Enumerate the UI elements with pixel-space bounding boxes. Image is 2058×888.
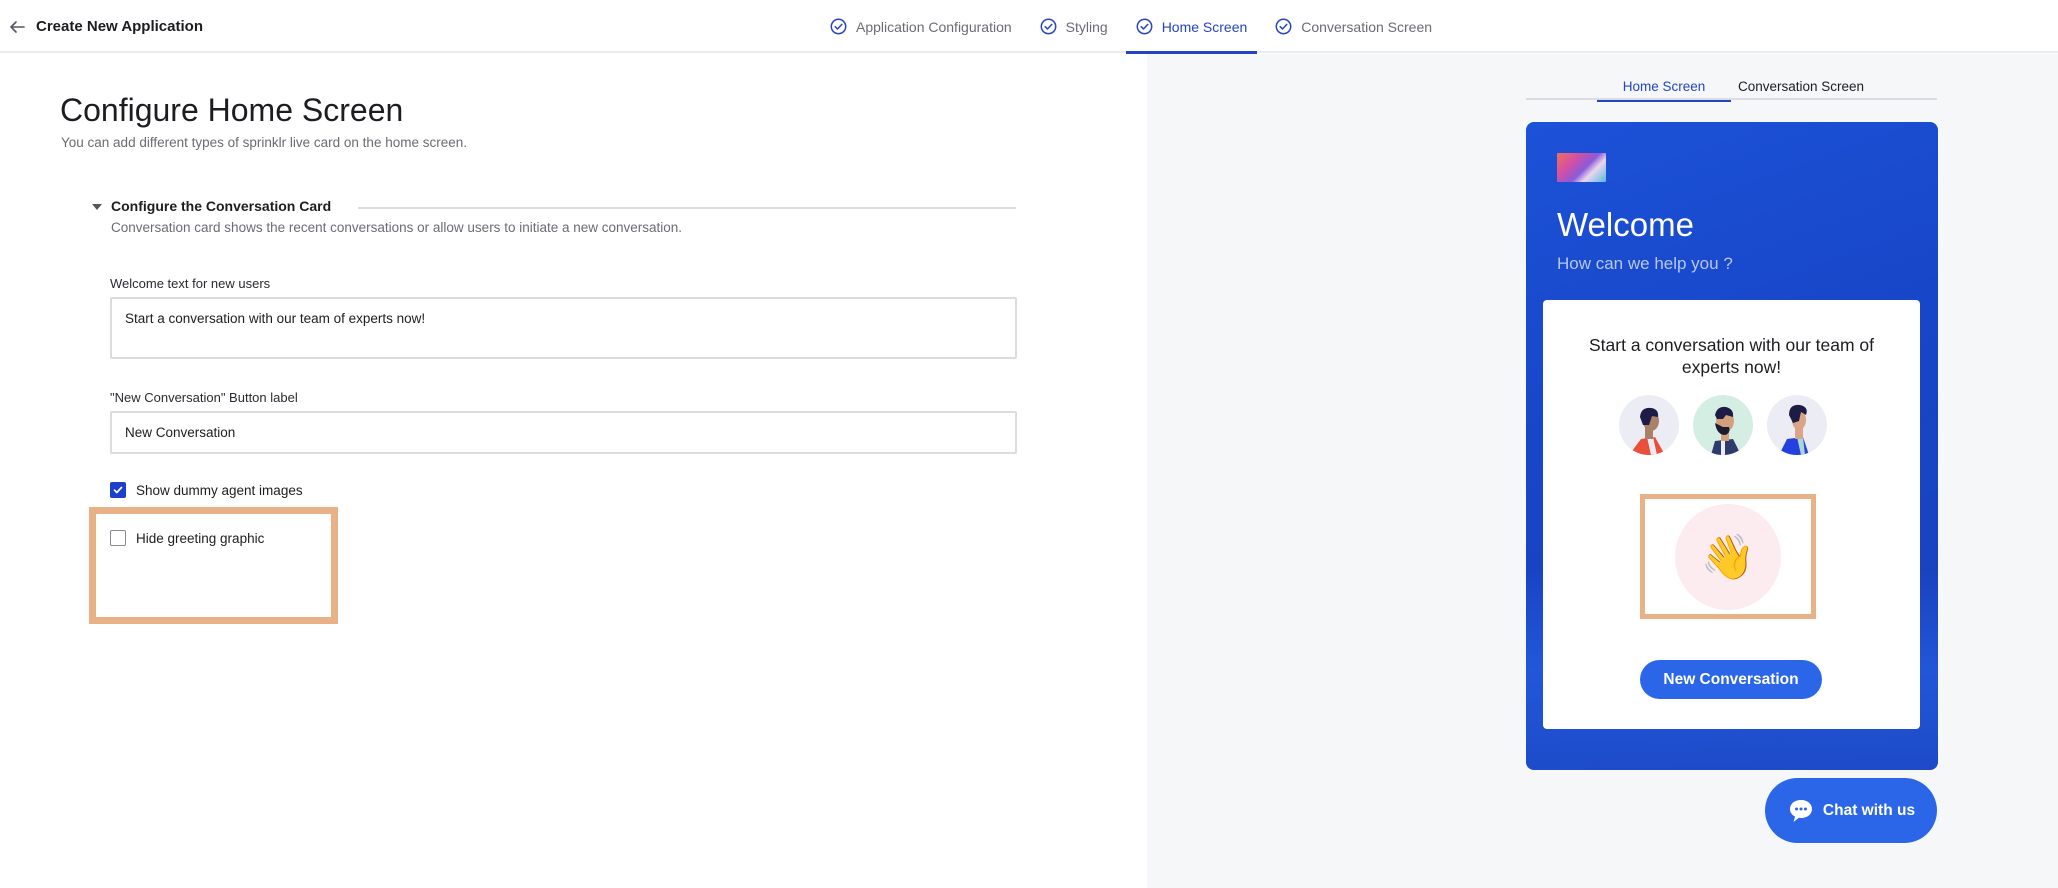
preview-tab-home-screen[interactable]: Home Screen	[1597, 72, 1731, 102]
preview-tabs: Home Screen Conversation Screen	[1526, 72, 1937, 102]
agent-person-icon	[1779, 404, 1809, 455]
conversation-card-text: Start a conversation with our team of ex…	[1589, 335, 1874, 377]
step-label: Conversation Screen	[1301, 18, 1433, 35]
greeting-graphic-highlight: 👋	[1640, 494, 1816, 619]
conversation-card: Start a conversation with our team of ex…	[1543, 300, 1920, 729]
button-label-input[interactable]	[110, 411, 1017, 454]
stepper: Application Configuration Styling Home S…	[820, 0, 1450, 54]
welcome-text-input[interactable]: Start a conversation with our team of ex…	[110, 297, 1017, 359]
arrow-left-icon	[10, 21, 25, 33]
brand-logo	[1557, 153, 1606, 182]
chat-bubble-icon	[1789, 799, 1812, 822]
agent-avatars	[1619, 395, 1841, 455]
preview-tab-conversation-screen[interactable]: Conversation Screen	[1731, 72, 1871, 100]
agent-avatar	[1693, 395, 1753, 455]
app-title: Create New Application	[36, 18, 203, 35]
page-title: Configure Home Screen	[60, 92, 404, 128]
caret-down-icon	[92, 204, 102, 210]
top-bar: Create New Application Application Confi…	[0, 0, 2058, 54]
check-circle-icon	[1275, 18, 1292, 35]
section-collapse-toggle[interactable]	[90, 200, 104, 214]
step-styling[interactable]: Styling	[1030, 0, 1118, 53]
back-button[interactable]	[6, 16, 28, 38]
widget-preview: Welcome How can we help you ? Start a co…	[1526, 122, 1938, 770]
hide-greeting-label: Hide greeting graphic	[136, 530, 265, 546]
preview-panel: Home Screen Conversation Screen Welcome …	[1147, 54, 2058, 888]
agent-person-icon	[1711, 406, 1741, 455]
show-agent-images-checkbox-row[interactable]: Show dummy agent images	[110, 482, 303, 498]
hide-greeting-checkbox-row[interactable]: Hide greeting graphic	[110, 530, 264, 546]
check-circle-icon	[1040, 18, 1057, 35]
show-agent-images-checkbox[interactable]	[110, 482, 126, 498]
step-conversation-screen[interactable]: Conversation Screen	[1265, 0, 1442, 53]
check-circle-icon	[1136, 18, 1153, 35]
config-panel: Configure Home Screen You can add differ…	[0, 54, 1147, 888]
highlight-box	[89, 507, 338, 624]
checkmark-icon	[113, 486, 123, 494]
step-label: Application Configuration	[856, 18, 1012, 35]
agent-avatar	[1767, 395, 1827, 455]
page-subtitle: You can add different types of sprinklr …	[61, 135, 467, 150]
button-label-label: "New Conversation" Button label	[110, 390, 298, 405]
show-agent-images-label: Show dummy agent images	[136, 482, 303, 498]
section-description: Conversation card shows the recent conve…	[111, 220, 683, 235]
widget-help-subtitle: How can we help you ?	[1557, 254, 1733, 273]
step-label: Styling	[1065, 18, 1108, 35]
chat-button-label: Chat with us	[1822, 801, 1916, 819]
section-divider	[358, 207, 1016, 209]
check-circle-icon	[830, 18, 847, 35]
agent-avatar	[1619, 395, 1679, 455]
hide-greeting-checkbox[interactable]	[110, 530, 126, 546]
step-home-screen[interactable]: Home Screen	[1125, 0, 1258, 54]
waving-hand-icon: 👋	[1700, 533, 1756, 582]
widget-welcome-title: Welcome	[1557, 206, 1694, 243]
step-label: Home Screen	[1161, 18, 1248, 35]
step-application-configuration[interactable]: Application Configuration	[820, 0, 1022, 53]
welcome-text-label: Welcome text for new users	[110, 276, 271, 291]
greeting-graphic: 👋	[1675, 504, 1781, 610]
chat-with-us-button[interactable]: Chat with us	[1765, 778, 1937, 843]
section-title: Configure the Conversation Card	[111, 198, 332, 214]
new-conversation-button[interactable]: New Conversation	[1640, 660, 1822, 699]
agent-person-icon	[1629, 407, 1665, 455]
